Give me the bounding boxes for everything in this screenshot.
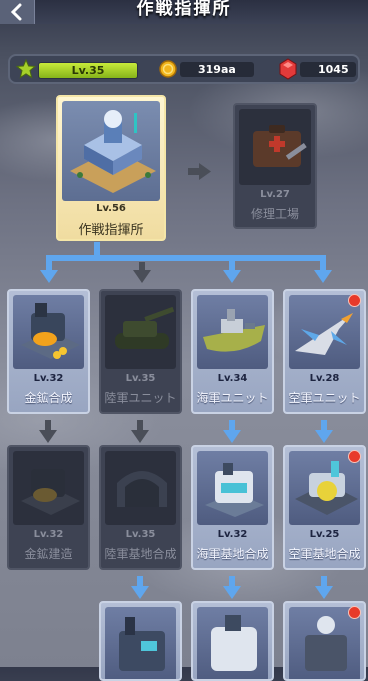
hangar-icon [117,471,167,507]
card-art [289,295,360,369]
army-base-merge-card[interactable]: Lv.35 陸軍基地合成 [99,445,182,570]
card-level: Lv.35 [125,529,156,540]
card-level: Lv.25 [309,529,340,540]
naval-base-icon [205,463,264,517]
card-label: 海軍基地合成 [196,547,269,561]
gold-mine-icon [21,303,80,359]
navy-unit-card[interactable]: Lv.34 海軍ユニット [191,289,274,414]
card-art [197,607,268,679]
card-label: 陸軍基地合成 [104,547,177,561]
card-label: 海軍ユニット [196,391,269,405]
card-label: 空軍ユニット [288,391,361,405]
card-label: 金鉱合成 [24,391,73,405]
card-level: Lv.32 [33,529,64,540]
air-unit-card[interactable]: Lv.28 空軍ユニット [283,289,366,414]
repair-shop-card[interactable]: Lv.27 修理工場 [233,103,317,229]
warship-icon [203,309,265,352]
arrow-down-blue-6 [223,576,241,599]
army-next-card[interactable] [99,601,182,681]
card-level: Lv.27 [260,189,290,200]
card-art [289,607,360,679]
card-art [197,295,268,369]
gold-mine-icon [21,469,80,515]
card-art [197,451,268,525]
card-label: 修理工場 [250,207,299,221]
gold-mine-merge-card[interactable]: Lv.32 金鉱合成 [7,289,90,414]
card-level: Lv.56 [96,203,126,214]
command-post-card[interactable]: Lv.56 作戦指揮所 [56,95,166,241]
navy-base-merge-card[interactable]: Lv.32 海軍基地合成 [191,445,274,570]
card-label: 陸軍ユニット [104,391,177,405]
repair-kit-icon [253,125,307,167]
naval-structure-icon [211,615,257,671]
army-unit-card[interactable]: Lv.35 陸軍ユニット [99,289,182,414]
card-label: 金鉱建造 [24,547,73,561]
card-level: Lv.34 [217,373,248,384]
card-level: Lv.35 [125,373,156,384]
card-art [289,451,360,525]
branch-lines-blue [40,242,332,283]
notification-badge [348,450,361,463]
arrow-right-gray [188,163,211,180]
air-base-merge-card[interactable]: Lv.25 空軍基地合成 [283,445,366,570]
card-label: 空軍基地合成 [288,547,361,561]
card-art [105,607,176,679]
repair-shop-art [239,109,311,185]
tank-icon [115,306,175,349]
arrow-down-blue-5 [131,576,149,599]
card-art [13,451,84,525]
card-level: Lv.32 [33,373,64,384]
branch-line-gray [133,262,151,283]
card-art [105,295,176,369]
notification-badge [348,606,361,619]
command-post-art [62,101,160,201]
card-label: 作戦指揮所 [78,223,144,238]
notification-badge [348,294,361,307]
gold-mine-build-card[interactable]: Lv.32 金鉱建造 [7,445,90,570]
factory-icon [119,617,165,671]
arrow-down-gray-1 [39,420,57,443]
card-art [13,295,84,369]
arrow-down-blue-3 [223,420,241,443]
navy-next-card[interactable] [191,601,274,681]
card-art [105,451,176,525]
arrow-down-blue-7 [315,576,333,599]
arrow-down-blue-4 [315,420,333,443]
air-next-card[interactable] [283,601,366,681]
command-post-building-icon [70,110,156,193]
card-level: Lv.32 [217,529,248,540]
arrow-down-gray-2 [131,420,149,443]
card-level: Lv.28 [309,373,340,384]
